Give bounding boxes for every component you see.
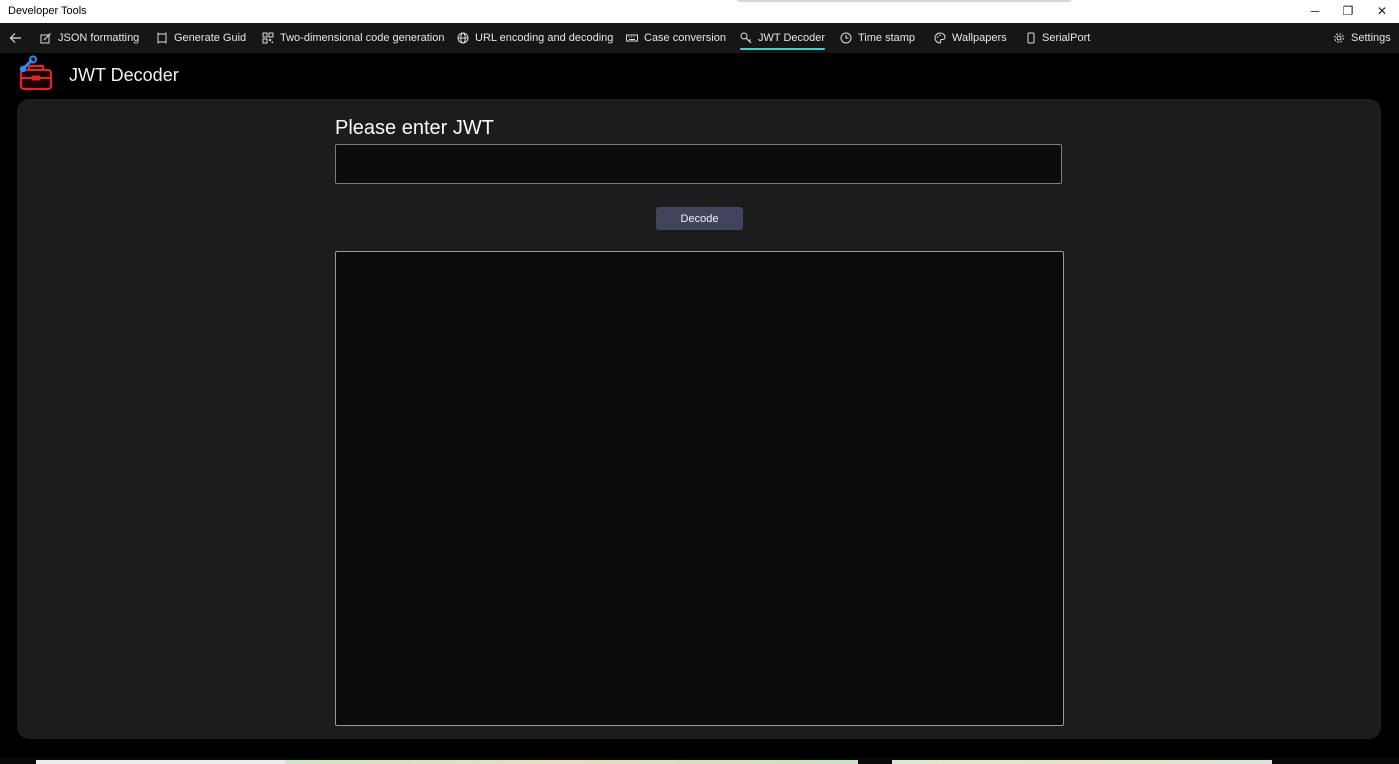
jwt-input[interactable]	[335, 144, 1062, 184]
nav-item-url-encoding[interactable]: URL encoding and decoding	[457, 23, 613, 53]
nav-item-label: Two-dimensional code generation	[280, 32, 445, 44]
globe-icon	[457, 32, 469, 44]
title-bar: Developer Tools ─ ❐ ✕	[0, 0, 1399, 23]
nav-item-label: Generate Guid	[174, 32, 247, 44]
key-icon	[740, 32, 752, 44]
nav-item-wallpapers[interactable]: Wallpapers	[934, 23, 1007, 53]
nav-item-label: JWT Decoder	[758, 32, 826, 44]
back-arrow-icon	[9, 33, 21, 43]
nav-item-label: Case conversion	[644, 32, 726, 44]
gear-icon	[1334, 33, 1344, 43]
frame-icon	[157, 32, 167, 44]
close-button[interactable]: ✕	[1365, 0, 1399, 23]
title-bar-decoration	[738, 0, 1071, 2]
clock-icon	[840, 32, 852, 44]
edit-icon	[40, 33, 51, 44]
nav-item-serialport[interactable]: SerialPort	[1027, 23, 1090, 53]
nav-item-label: JSON formatting	[58, 32, 140, 44]
device-icon	[1027, 32, 1035, 44]
qr-icon	[262, 32, 274, 44]
nav-item-label: Wallpapers	[952, 32, 1007, 44]
decoded-output-area[interactable]	[335, 251, 1064, 726]
nav-item-qr-code[interactable]: Two-dimensional code generation	[262, 23, 445, 53]
toolbox-icon	[19, 55, 53, 91]
decode-button[interactable]: Decode	[656, 207, 743, 230]
nav-item-generate-guid[interactable]: Generate Guid	[156, 23, 246, 53]
page-title: JWT Decoder	[69, 65, 179, 85]
taskbar-segment	[892, 760, 1272, 764]
nav-item-case-conversion[interactable]: Case conversion	[626, 23, 726, 53]
nav-item-label: URL encoding and decoding	[475, 32, 614, 44]
nav-item-time-stamp[interactable]: Time stamp	[840, 23, 915, 53]
nav-item-label: SerialPort	[1042, 32, 1091, 44]
settings-label: Settings	[1351, 32, 1391, 44]
nav-item-jwt-decoder[interactable]: JWT Decoder	[740, 23, 826, 53]
back-button[interactable]	[4, 27, 26, 49]
nav-bar: JSON formatting Generate Guid Two-dimens…	[0, 23, 1399, 53]
palette-icon	[934, 32, 946, 44]
keyboard-icon	[626, 34, 638, 42]
jwt-input-label: Please enter JWT	[335, 117, 494, 139]
nav-item-json-formatting[interactable]: JSON formatting	[40, 23, 139, 53]
page-header: JWT Decoder	[0, 53, 1399, 99]
taskbar-segment	[285, 760, 858, 764]
settings-button[interactable]: Settings	[1333, 23, 1391, 53]
taskbar-segment	[36, 760, 285, 764]
window-title: Developer Tools	[8, 5, 87, 17]
nav-item-label: Time stamp	[858, 32, 916, 44]
taskbar-edge	[0, 758, 1399, 764]
restore-button[interactable]: ❐	[1331, 0, 1365, 23]
minimize-button[interactable]: ─	[1298, 0, 1332, 23]
